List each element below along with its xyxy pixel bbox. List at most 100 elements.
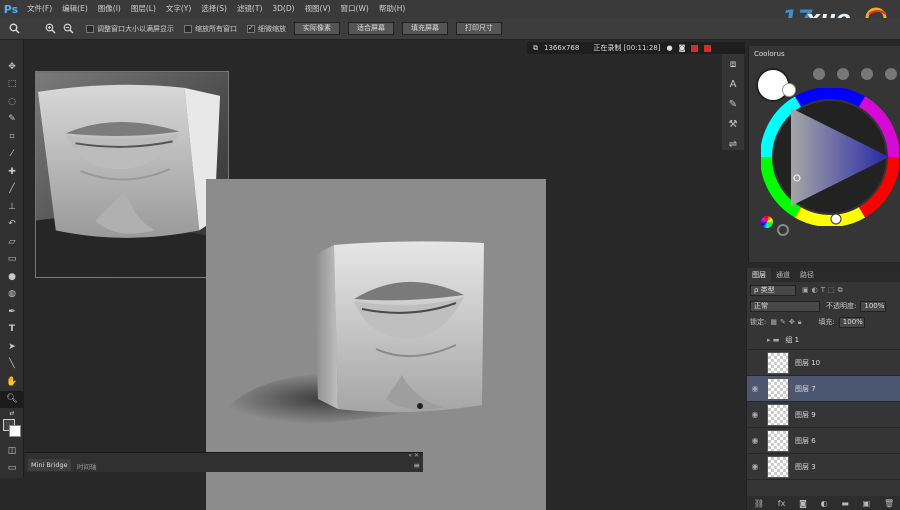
add-mask-icon[interactable]: ◙ xyxy=(799,499,807,508)
eye-icon[interactable]: ◉ xyxy=(747,410,763,419)
filter-icons[interactable]: ▣◐T⬚⧉ xyxy=(802,286,846,295)
menu-file[interactable]: 文件(F) xyxy=(22,0,57,18)
zoom-in-icon[interactable] xyxy=(42,21,58,37)
visibility-toggle-empty[interactable] xyxy=(747,358,763,367)
panel-collapse-icon[interactable]: « ✕ xyxy=(408,452,419,459)
lasso-tool-icon[interactable]: ◌ xyxy=(0,93,24,111)
tab-paths[interactable]: 路径 xyxy=(795,270,819,280)
adjustment-layer-icon[interactable]: ◐ xyxy=(821,499,828,508)
lock-icons[interactable]: ▦✎✥🔒︎ xyxy=(770,318,804,327)
layer-style-icon[interactable]: fx xyxy=(778,499,786,508)
screen-mode-icon[interactable]: ▭ xyxy=(0,460,24,478)
layer-name: 图层 3 xyxy=(795,462,816,471)
eraser-tool-icon[interactable]: ▱ xyxy=(0,233,24,251)
clone-stamp-tool-icon[interactable]: ⊥ xyxy=(0,198,24,216)
new-group-icon[interactable]: ▬ xyxy=(841,499,849,508)
zoom-tool-icon[interactable]: 🔍︎ xyxy=(0,390,24,408)
move-tool-icon[interactable]: ✥ xyxy=(0,58,24,76)
history-brush-tool-icon[interactable]: ↶ xyxy=(0,216,24,234)
layer-10[interactable]: 图层 10 xyxy=(747,350,900,376)
fit-screen-button[interactable]: 适合屏幕 xyxy=(348,22,394,35)
color-wheel[interactable] xyxy=(761,88,899,226)
actual-pixels-button[interactable]: 实际像素 xyxy=(294,22,340,35)
menu-layer[interactable]: 图层(L) xyxy=(126,0,161,18)
tab-timeline[interactable]: 时间轴 xyxy=(74,459,100,473)
dodge-tool-icon[interactable]: ◍ xyxy=(0,286,24,304)
character-panel-icon[interactable]: A xyxy=(722,74,744,94)
layer-filter-select[interactable]: ρ 类型 xyxy=(750,284,796,296)
path-selection-tool-icon[interactable]: ➤ xyxy=(0,338,24,356)
swap-colors-icon[interactable]: ⇄ xyxy=(0,408,24,418)
fill-screen-button[interactable]: 填充屏幕 xyxy=(402,22,448,35)
line-tool-icon[interactable]: ╲ xyxy=(0,356,24,374)
layer-thumbnail xyxy=(767,377,789,400)
stop-record-icon[interactable] xyxy=(691,44,699,52)
coolorus-title: Coolorus xyxy=(754,50,785,58)
menu-help[interactable]: 帮助(H) xyxy=(374,0,411,18)
layer-group-1[interactable]: ▸ ▬ 组 1 xyxy=(747,330,900,350)
tab-layers[interactable]: 图层 xyxy=(747,268,771,282)
blend-mode-select[interactable]: 正常 xyxy=(750,300,820,312)
marquee-tool-icon[interactable]: ⬚ xyxy=(0,76,24,94)
brush-tool-icon[interactable]: ╱ xyxy=(0,181,24,199)
arrange-icon[interactable]: ⧉ xyxy=(533,44,538,53)
menu-type[interactable]: 文字(Y) xyxy=(161,0,196,18)
menu-image[interactable]: 图像(I) xyxy=(93,0,126,18)
options-bar: 调整窗口大小以满屏显示 缩放所有窗口 细微缩放 实际像素 适合屏幕 填充屏幕 打… xyxy=(0,18,900,40)
zoom-out-icon[interactable] xyxy=(60,21,76,37)
layer-3[interactable]: ◉ 图层 3 xyxy=(747,454,900,480)
quick-mask-icon[interactable]: ◫ xyxy=(0,442,24,460)
record-button-icon[interactable]: ● xyxy=(666,44,672,52)
document-status-bar: ⧉ 1366x768 正在录制 [00:11:28] ● ◙ xyxy=(527,42,745,54)
pen-tool-icon[interactable]: ✒ xyxy=(0,303,24,321)
scrubby-zoom-checkbox[interactable] xyxy=(247,24,255,33)
menu-3d[interactable]: 3D(D) xyxy=(267,0,299,18)
link-layers-icon[interactable]: ⛓ xyxy=(754,499,764,508)
layers-panel: 图层 通道 路径 ρ 类型 ▣◐T⬚⧉ 正常 不透明度: 100% 锁定: ▦✎… xyxy=(746,268,900,510)
tab-channels[interactable]: 通道 xyxy=(771,270,795,280)
tab-mini-bridge[interactable]: Mini Bridge xyxy=(28,459,71,471)
zoom-all-windows-checkbox[interactable] xyxy=(184,24,192,33)
eye-icon[interactable]: ◉ xyxy=(747,462,763,471)
menu-select[interactable]: 选择(S) xyxy=(196,0,232,18)
hue-mode-icon[interactable] xyxy=(761,216,773,228)
eye-icon[interactable]: ◉ xyxy=(747,384,763,393)
resize-windows-checkbox[interactable] xyxy=(86,24,94,33)
eye-icon[interactable]: ◉ xyxy=(747,436,763,445)
new-layer-icon[interactable]: ▣ xyxy=(863,499,871,508)
brush-panel-icon[interactable]: ✎ xyxy=(722,94,744,114)
hand-tool-icon[interactable]: ✋ xyxy=(0,373,24,391)
swap-mode-icon[interactable] xyxy=(777,224,789,236)
quick-select-tool-icon[interactable]: ✎ xyxy=(0,111,24,129)
blur-tool-icon[interactable]: ● xyxy=(0,268,24,286)
menu-view[interactable]: 视图(V) xyxy=(300,0,336,18)
healing-brush-tool-icon[interactable]: ✚ xyxy=(0,163,24,181)
fill-input[interactable]: 100% xyxy=(838,316,865,328)
opacity-label: 不透明度: xyxy=(826,302,857,310)
type-tool-icon[interactable]: T xyxy=(0,321,24,339)
history-panel-icon[interactable]: ⧈ xyxy=(722,54,744,74)
panel-menu-icon[interactable]: ≡ xyxy=(413,461,420,470)
print-size-button[interactable]: 打印尺寸 xyxy=(456,22,502,35)
layer-7[interactable]: ◉ 图层 7 xyxy=(747,376,900,402)
close-record-icon[interactable] xyxy=(704,44,712,52)
background-color-swatch[interactable] xyxy=(9,425,21,437)
opacity-input[interactable]: 100% xyxy=(860,300,887,312)
visibility-toggle-empty[interactable] xyxy=(747,335,763,344)
crop-tool-icon[interactable]: ⌗ xyxy=(0,128,24,146)
layer-6[interactable]: ◉ 图层 6 xyxy=(747,428,900,454)
delete-layer-icon[interactable]: 🗑︎ xyxy=(884,499,894,508)
eyedropper-tool-icon[interactable]: ⁄ xyxy=(0,146,24,164)
zoom-all-windows-label: 缩放所有窗口 xyxy=(195,24,237,33)
menu-window[interactable]: 窗口(W) xyxy=(336,0,374,18)
gradient-tool-icon[interactable]: ▭ xyxy=(0,251,24,269)
mixer-icons[interactable] xyxy=(809,66,899,86)
layer-9[interactable]: ◉ 图层 9 xyxy=(747,402,900,428)
camera-icon[interactable]: ◙ xyxy=(679,44,686,52)
menu-filter[interactable]: 滤镜(T) xyxy=(232,0,267,18)
menu-edit[interactable]: 编辑(E) xyxy=(57,0,93,18)
color-swatches[interactable] xyxy=(0,418,23,442)
zoom-tool-icon[interactable] xyxy=(6,21,22,37)
tool-presets-icon[interactable]: ⚒ xyxy=(722,114,744,134)
adjust-panel-icon[interactable]: ⇌ xyxy=(722,134,744,154)
